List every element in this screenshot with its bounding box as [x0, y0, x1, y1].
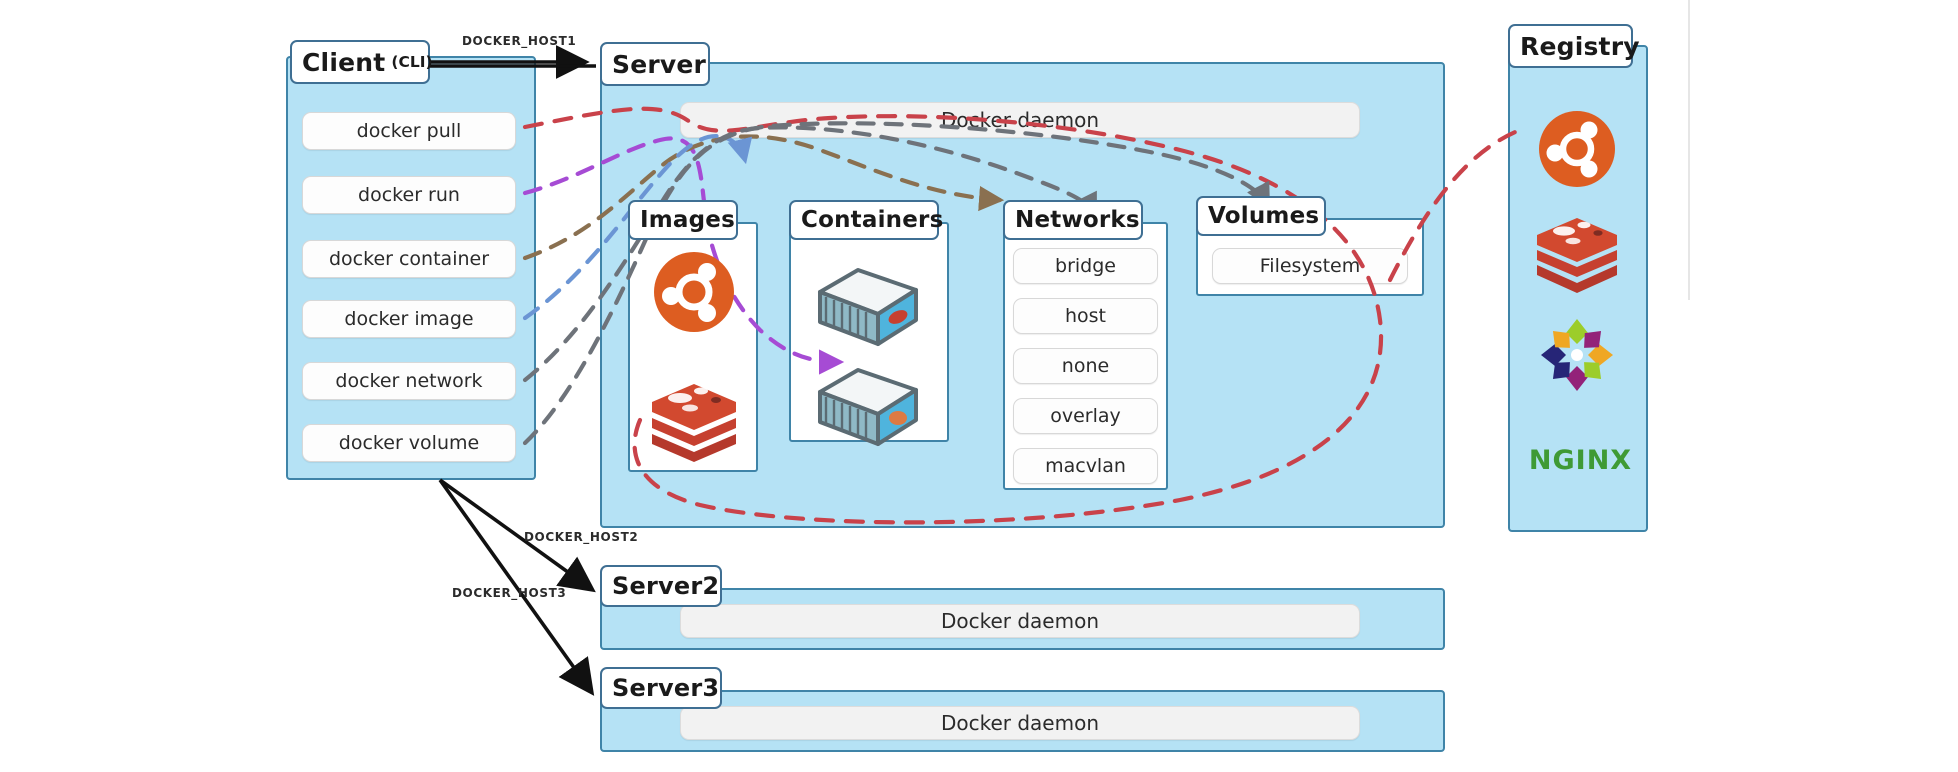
images-tab-label: Images — [640, 207, 735, 233]
volumes-tab-label: Volumes — [1208, 203, 1320, 229]
server2-daemon-label: Docker daemon — [940, 609, 1100, 633]
network-item-label: host — [1064, 305, 1106, 327]
client-command-label: docker network — [335, 370, 483, 392]
client-tab-sublabel: (CLI) — [391, 53, 433, 71]
client-tab-label: Client — [302, 47, 386, 77]
docker-host3-label: DOCKER_HOST3 — [452, 586, 566, 600]
client-command-label: docker container — [328, 248, 490, 270]
docker-host2-label: DOCKER_HOST2 — [524, 530, 638, 544]
server-tab-label: Server — [612, 49, 707, 79]
client-command-label: docker volume — [338, 432, 480, 454]
server3-tab-label: Server3 — [612, 674, 720, 702]
nginx-label: NGINX — [1528, 445, 1633, 476]
networks-tab-label: Networks — [1015, 207, 1140, 233]
registry-tab: Registry — [1508, 24, 1640, 68]
docker-daemon-bar: Docker daemon — [680, 102, 1360, 138]
registry-tab-label: Registry — [1520, 31, 1640, 61]
docker-host1-label: DOCKER_HOST1 — [462, 34, 576, 48]
client-command-label: docker pull — [356, 120, 462, 142]
docker-host1-text: DOCKER_HOST1 — [462, 34, 577, 48]
server2-tab-label: Server2 — [612, 572, 720, 600]
network-item-host[interactable]: host — [1013, 298, 1158, 334]
server3-tab: Server3 — [600, 667, 722, 709]
containers-card — [789, 222, 949, 442]
docker-host2-text: DOCKER_HOST2 — [524, 530, 639, 544]
network-item-macvlan[interactable]: macvlan — [1013, 448, 1158, 484]
docker-daemon-label: Docker daemon — [940, 108, 1100, 132]
client-command-docker-network[interactable]: docker network — [302, 362, 516, 400]
server3-daemon-label: Docker daemon — [940, 711, 1100, 735]
client-command-docker-container[interactable]: docker container — [302, 240, 516, 278]
containers-tab: Containers — [789, 200, 943, 240]
volume-item-label: Filesystem — [1259, 255, 1361, 277]
network-item-none[interactable]: none — [1013, 348, 1158, 384]
client-command-docker-image[interactable]: docker image — [302, 300, 516, 338]
client-command-label: docker image — [344, 308, 474, 330]
network-item-overlay[interactable]: overlay — [1013, 398, 1158, 434]
server2-daemon-bar: Docker daemon — [680, 604, 1360, 638]
server3-daemon-bar: Docker daemon — [680, 706, 1360, 740]
network-item-label: overlay — [1050, 405, 1121, 427]
server-tab: Server — [600, 42, 710, 86]
client-command-docker-pull[interactable]: docker pull — [302, 112, 516, 150]
networks-tab: Networks — [1003, 200, 1143, 240]
network-item-label: none — [1061, 355, 1110, 377]
network-item-label: bridge — [1055, 255, 1116, 277]
client-command-docker-volume[interactable]: docker volume — [302, 424, 516, 462]
network-item-label: macvlan — [1045, 455, 1126, 477]
network-item-bridge[interactable]: bridge — [1013, 248, 1158, 284]
client-command-docker-run[interactable]: docker run — [302, 176, 516, 214]
docker-host3-text: DOCKER_HOST3 — [452, 586, 567, 600]
images-card — [628, 222, 758, 472]
nginx-logo-registry: NGINX — [1528, 445, 1633, 476]
client-tab: Client (CLI) — [290, 40, 433, 84]
server2-tab: Server2 — [600, 565, 722, 607]
volumes-tab: Volumes — [1196, 196, 1326, 236]
containers-tab-label: Containers — [801, 207, 944, 233]
images-tab: Images — [628, 200, 738, 240]
client-command-label: docker run — [358, 184, 460, 206]
right-edge-divider — [1688, 0, 1690, 300]
volume-item-filesystem[interactable]: Filesystem — [1212, 248, 1408, 284]
diagram-canvas: Client (CLI) docker pull docker run dock… — [0, 0, 1958, 772]
